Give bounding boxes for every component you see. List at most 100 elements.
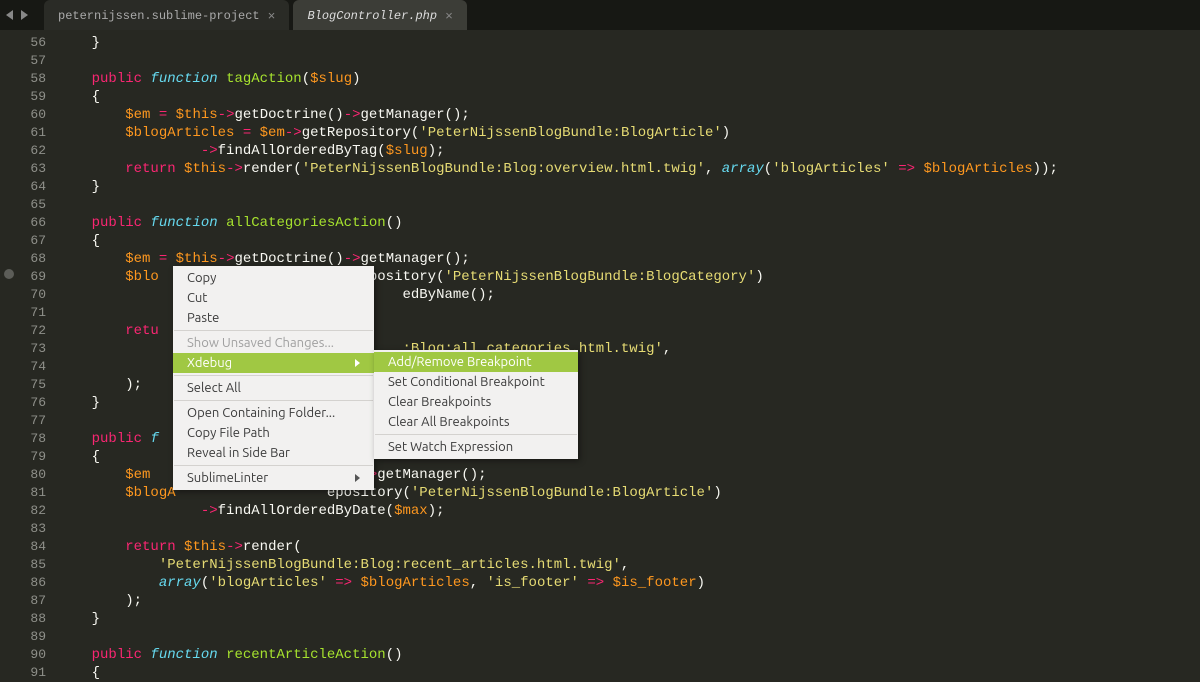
context-menu[interactable]: Copy Cut Paste Show Unsaved Changes... Xdebu… (173, 266, 374, 490)
menu-item-label: Xdebug (187, 356, 232, 370)
code-line[interactable]: 'PeterNijssenBlogBundle:Blog:recent_arti… (58, 556, 1200, 574)
menu-separator (174, 330, 373, 331)
line-number: 75 (0, 376, 46, 394)
menu-item-label: SublimeLinter (187, 471, 268, 485)
code-line[interactable]: $blogArticles = $em->getRepository('Pete… (58, 124, 1200, 142)
tab-0[interactable]: peternijssen.sublime-project× (44, 0, 289, 30)
line-number: 67 (0, 232, 46, 250)
line-number: 63 (0, 160, 46, 178)
menu-item-label: Open Containing Folder... (187, 406, 335, 420)
menu-item-label: Show Unsaved Changes... (187, 336, 334, 350)
line-number: 65 (0, 196, 46, 214)
tabs-container: peternijssen.sublime-project×BlogControl… (44, 0, 471, 30)
line-number: 66 (0, 214, 46, 232)
code-line[interactable]: { (58, 88, 1200, 106)
menu-item-show-unsaved-changes-: Show Unsaved Changes... (173, 333, 374, 353)
line-number: 91 (0, 664, 46, 682)
line-number: 60 (0, 106, 46, 124)
breakpoint-marker-icon[interactable] (4, 269, 14, 279)
code-line[interactable]: ->findAllOrderedByDate($max); (58, 502, 1200, 520)
menu-item-copy-file-path[interactable]: Copy File Path (173, 423, 374, 443)
menu-item-label: Reveal in Side Bar (187, 446, 290, 460)
menu-item-paste[interactable]: Paste (173, 308, 374, 328)
line-number: 62 (0, 142, 46, 160)
tab-nav-arrows (0, 10, 34, 20)
line-number: 58 (0, 70, 46, 88)
menu-separator (375, 434, 577, 435)
code-line[interactable] (58, 520, 1200, 538)
code-line[interactable]: { (58, 232, 1200, 250)
line-number: 87 (0, 592, 46, 610)
line-number: 59 (0, 88, 46, 106)
code-line[interactable]: public function tagAction($slug) (58, 70, 1200, 88)
menu-item-label: Copy (187, 271, 216, 285)
code-line[interactable]: } (58, 610, 1200, 628)
line-number: 72 (0, 322, 46, 340)
code-line[interactable] (58, 52, 1200, 70)
submenu-item-add-remove-breakpoint[interactable]: Add/Remove Breakpoint (374, 352, 578, 372)
line-number: 86 (0, 574, 46, 592)
tab-history-back-icon[interactable] (6, 10, 13, 20)
line-number: 80 (0, 466, 46, 484)
line-number: 68 (0, 250, 46, 268)
menu-item-cut[interactable]: Cut (173, 288, 374, 308)
close-icon[interactable]: × (268, 9, 276, 24)
line-number: 84 (0, 538, 46, 556)
menu-item-select-all[interactable]: Select All (173, 378, 374, 398)
code-line[interactable]: } (58, 34, 1200, 52)
code-line[interactable] (58, 628, 1200, 646)
tab-history-forward-icon[interactable] (21, 10, 28, 20)
code-line[interactable]: { (58, 664, 1200, 682)
chevron-right-icon (355, 359, 360, 367)
line-number: 83 (0, 520, 46, 538)
submenu-item-label: Set Conditional Breakpoint (388, 375, 545, 389)
line-number: 90 (0, 646, 46, 664)
code-line[interactable] (58, 196, 1200, 214)
submenu-item-set-watch-expression[interactable]: Set Watch Expression (374, 437, 578, 457)
code-line[interactable]: ); (58, 592, 1200, 610)
line-number: 70 (0, 286, 46, 304)
line-number: 85 (0, 556, 46, 574)
close-icon[interactable]: × (445, 9, 453, 24)
code-line[interactable]: ->findAllOrderedByTag($slug); (58, 142, 1200, 160)
line-number: 56 (0, 34, 46, 52)
menu-item-label: Select All (187, 381, 241, 395)
submenu-item-set-conditional-breakpoint[interactable]: Set Conditional Breakpoint (374, 372, 578, 392)
line-number: 77 (0, 412, 46, 430)
menu-item-sublimelinter[interactable]: SublimeLinter (173, 468, 374, 488)
menu-item-label: Paste (187, 311, 219, 325)
code-line[interactable]: return $this->render('PeterNijssenBlogBu… (58, 160, 1200, 178)
xdebug-submenu[interactable]: Add/Remove Breakpoint Set Conditional Bre… (374, 350, 578, 459)
menu-separator (174, 375, 373, 376)
line-number: 57 (0, 52, 46, 70)
submenu-item-label: Clear All Breakpoints (388, 415, 510, 429)
menu-item-copy[interactable]: Copy (173, 268, 374, 288)
line-number: 79 (0, 448, 46, 466)
line-number: 81 (0, 484, 46, 502)
chevron-right-icon (355, 474, 360, 482)
code-line[interactable]: public function recentArticleAction() (58, 646, 1200, 664)
submenu-item-clear-breakpoints[interactable]: Clear Breakpoints (374, 392, 578, 412)
tab-1[interactable]: BlogController.php× (293, 0, 466, 30)
code-line[interactable]: } (58, 178, 1200, 196)
menu-item-open-containing-folder-[interactable]: Open Containing Folder... (173, 403, 374, 423)
line-number: 61 (0, 124, 46, 142)
code-line[interactable]: return $this->render( (58, 538, 1200, 556)
code-line[interactable]: $em = $this->getDoctrine()->getManager()… (58, 106, 1200, 124)
submenu-item-label: Clear Breakpoints (388, 395, 491, 409)
menu-item-label: Cut (187, 291, 207, 305)
code-line[interactable]: array('blogArticles' => $blogArticles, '… (58, 574, 1200, 592)
line-number: 74 (0, 358, 46, 376)
tab-bar: peternijssen.sublime-project×BlogControl… (0, 0, 1200, 30)
line-number: 64 (0, 178, 46, 196)
menu-item-xdebug[interactable]: Xdebug (173, 353, 374, 373)
line-number: 89 (0, 628, 46, 646)
line-number: 73 (0, 340, 46, 358)
line-number-gutter: 5657585960616263646566676869707172737475… (0, 30, 58, 677)
menu-item-label: Copy File Path (187, 426, 270, 440)
line-number: 78 (0, 430, 46, 448)
submenu-item-clear-all-breakpoints[interactable]: Clear All Breakpoints (374, 412, 578, 432)
code-line[interactable]: public function allCategoriesAction() (58, 214, 1200, 232)
line-number: 76 (0, 394, 46, 412)
menu-item-reveal-in-side-bar[interactable]: Reveal in Side Bar (173, 443, 374, 463)
